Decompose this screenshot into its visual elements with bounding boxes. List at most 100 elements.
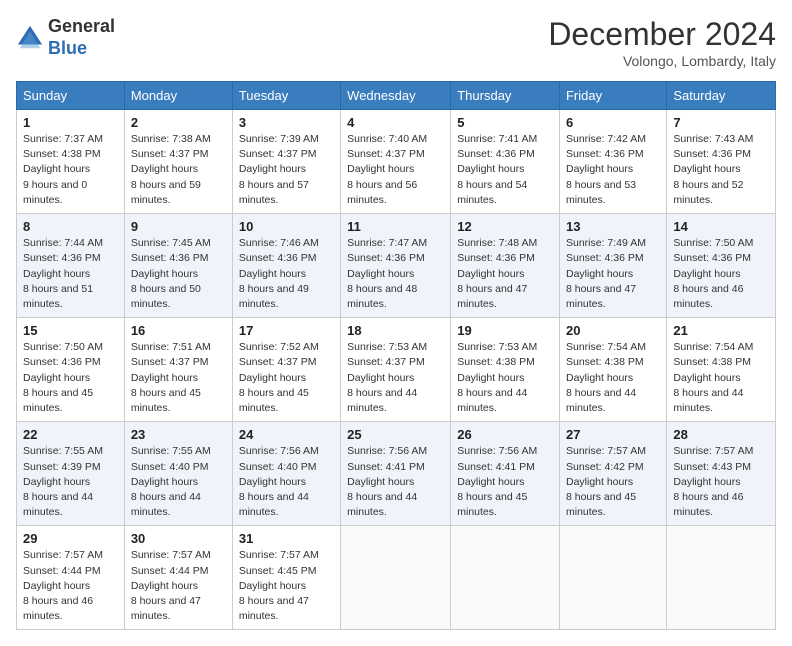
day-number: 21 xyxy=(673,323,769,338)
calendar-cell: 9 Sunrise: 7:45 AMSunset: 4:36 PMDayligh… xyxy=(124,214,232,318)
day-number: 8 xyxy=(23,219,118,234)
logo-icon xyxy=(16,24,44,52)
calendar-cell: 19 Sunrise: 7:53 AMSunset: 4:38 PMDaylig… xyxy=(451,318,560,422)
cell-info: Sunrise: 7:55 AMSunset: 4:39 PMDaylight … xyxy=(23,445,103,518)
week-row: 15 Sunrise: 7:50 AMSunset: 4:36 PMDaylig… xyxy=(17,318,776,422)
cell-info: Sunrise: 7:55 AMSunset: 4:40 PMDaylight … xyxy=(131,445,211,518)
calendar-cell: 12 Sunrise: 7:48 AMSunset: 4:36 PMDaylig… xyxy=(451,214,560,318)
day-number: 3 xyxy=(239,115,334,130)
calendar-cell xyxy=(451,526,560,630)
cell-info: Sunrise: 7:44 AMSunset: 4:36 PMDaylight … xyxy=(23,237,103,310)
day-number: 29 xyxy=(23,531,118,546)
calendar-cell: 20 Sunrise: 7:54 AMSunset: 4:38 PMDaylig… xyxy=(559,318,666,422)
cell-info: Sunrise: 7:53 AMSunset: 4:38 PMDaylight … xyxy=(457,341,537,414)
calendar-cell: 22 Sunrise: 7:55 AMSunset: 4:39 PMDaylig… xyxy=(17,422,125,526)
col-header-sunday: Sunday xyxy=(17,82,125,110)
calendar-cell: 17 Sunrise: 7:52 AMSunset: 4:37 PMDaylig… xyxy=(232,318,340,422)
cell-info: Sunrise: 7:57 AMSunset: 4:44 PMDaylight … xyxy=(23,549,103,622)
cell-info: Sunrise: 7:46 AMSunset: 4:36 PMDaylight … xyxy=(239,237,319,310)
calendar-cell: 2 Sunrise: 7:38 AMSunset: 4:37 PMDayligh… xyxy=(124,110,232,214)
calendar-cell: 5 Sunrise: 7:41 AMSunset: 4:36 PMDayligh… xyxy=(451,110,560,214)
calendar-cell: 16 Sunrise: 7:51 AMSunset: 4:37 PMDaylig… xyxy=(124,318,232,422)
calendar-cell: 26 Sunrise: 7:56 AMSunset: 4:41 PMDaylig… xyxy=(451,422,560,526)
calendar-cell: 4 Sunrise: 7:40 AMSunset: 4:37 PMDayligh… xyxy=(341,110,451,214)
day-number: 5 xyxy=(457,115,553,130)
calendar-cell: 14 Sunrise: 7:50 AMSunset: 4:36 PMDaylig… xyxy=(667,214,776,318)
calendar-cell: 1 Sunrise: 7:37 AMSunset: 4:38 PMDayligh… xyxy=(17,110,125,214)
cell-info: Sunrise: 7:43 AMSunset: 4:36 PMDaylight … xyxy=(673,133,753,206)
calendar-cell: 24 Sunrise: 7:56 AMSunset: 4:40 PMDaylig… xyxy=(232,422,340,526)
location: Volongo, Lombardy, Italy xyxy=(548,53,776,69)
calendar-cell xyxy=(341,526,451,630)
day-number: 30 xyxy=(131,531,226,546)
calendar-cell: 28 Sunrise: 7:57 AMSunset: 4:43 PMDaylig… xyxy=(667,422,776,526)
day-number: 19 xyxy=(457,323,553,338)
cell-info: Sunrise: 7:56 AMSunset: 4:40 PMDaylight … xyxy=(239,445,319,518)
calendar-cell: 8 Sunrise: 7:44 AMSunset: 4:36 PMDayligh… xyxy=(17,214,125,318)
cell-info: Sunrise: 7:42 AMSunset: 4:36 PMDaylight … xyxy=(566,133,646,206)
calendar-cell: 18 Sunrise: 7:53 AMSunset: 4:37 PMDaylig… xyxy=(341,318,451,422)
cell-info: Sunrise: 7:41 AMSunset: 4:36 PMDaylight … xyxy=(457,133,537,206)
day-number: 12 xyxy=(457,219,553,234)
day-number: 25 xyxy=(347,427,444,442)
day-number: 26 xyxy=(457,427,553,442)
cell-info: Sunrise: 7:47 AMSunset: 4:36 PMDaylight … xyxy=(347,237,427,310)
day-number: 9 xyxy=(131,219,226,234)
day-number: 16 xyxy=(131,323,226,338)
day-number: 28 xyxy=(673,427,769,442)
day-number: 31 xyxy=(239,531,334,546)
cell-info: Sunrise: 7:50 AMSunset: 4:36 PMDaylight … xyxy=(673,237,753,310)
calendar-cell: 21 Sunrise: 7:54 AMSunset: 4:38 PMDaylig… xyxy=(667,318,776,422)
day-number: 17 xyxy=(239,323,334,338)
calendar-body: 1 Sunrise: 7:37 AMSunset: 4:38 PMDayligh… xyxy=(17,110,776,630)
day-number: 7 xyxy=(673,115,769,130)
logo-blue: Blue xyxy=(48,38,87,58)
week-row: 1 Sunrise: 7:37 AMSunset: 4:38 PMDayligh… xyxy=(17,110,776,214)
day-number: 13 xyxy=(566,219,660,234)
calendar-cell: 31 Sunrise: 7:57 AMSunset: 4:45 PMDaylig… xyxy=(232,526,340,630)
cell-info: Sunrise: 7:45 AMSunset: 4:36 PMDaylight … xyxy=(131,237,211,310)
col-header-wednesday: Wednesday xyxy=(341,82,451,110)
week-row: 22 Sunrise: 7:55 AMSunset: 4:39 PMDaylig… xyxy=(17,422,776,526)
cell-info: Sunrise: 7:54 AMSunset: 4:38 PMDaylight … xyxy=(566,341,646,414)
calendar-cell: 13 Sunrise: 7:49 AMSunset: 4:36 PMDaylig… xyxy=(559,214,666,318)
day-number: 6 xyxy=(566,115,660,130)
calendar-header: SundayMondayTuesdayWednesdayThursdayFrid… xyxy=(17,82,776,110)
cell-info: Sunrise: 7:39 AMSunset: 4:37 PMDaylight … xyxy=(239,133,319,206)
calendar-cell: 6 Sunrise: 7:42 AMSunset: 4:36 PMDayligh… xyxy=(559,110,666,214)
header-row: SundayMondayTuesdayWednesdayThursdayFrid… xyxy=(17,82,776,110)
cell-info: Sunrise: 7:57 AMSunset: 4:43 PMDaylight … xyxy=(673,445,753,518)
day-number: 27 xyxy=(566,427,660,442)
cell-info: Sunrise: 7:38 AMSunset: 4:37 PMDaylight … xyxy=(131,133,211,206)
calendar-cell: 15 Sunrise: 7:50 AMSunset: 4:36 PMDaylig… xyxy=(17,318,125,422)
logo: General Blue xyxy=(16,16,115,59)
cell-info: Sunrise: 7:40 AMSunset: 4:37 PMDaylight … xyxy=(347,133,427,206)
day-number: 18 xyxy=(347,323,444,338)
calendar-cell: 29 Sunrise: 7:57 AMSunset: 4:44 PMDaylig… xyxy=(17,526,125,630)
day-number: 2 xyxy=(131,115,226,130)
day-number: 1 xyxy=(23,115,118,130)
day-number: 14 xyxy=(673,219,769,234)
calendar-cell: 23 Sunrise: 7:55 AMSunset: 4:40 PMDaylig… xyxy=(124,422,232,526)
col-header-saturday: Saturday xyxy=(667,82,776,110)
calendar-cell: 30 Sunrise: 7:57 AMSunset: 4:44 PMDaylig… xyxy=(124,526,232,630)
calendar-cell: 25 Sunrise: 7:56 AMSunset: 4:41 PMDaylig… xyxy=(341,422,451,526)
calendar-cell xyxy=(559,526,666,630)
calendar-cell xyxy=(667,526,776,630)
cell-info: Sunrise: 7:57 AMSunset: 4:42 PMDaylight … xyxy=(566,445,646,518)
calendar-cell: 11 Sunrise: 7:47 AMSunset: 4:36 PMDaylig… xyxy=(341,214,451,318)
day-number: 20 xyxy=(566,323,660,338)
cell-info: Sunrise: 7:54 AMSunset: 4:38 PMDaylight … xyxy=(673,341,753,414)
day-number: 22 xyxy=(23,427,118,442)
calendar-cell: 10 Sunrise: 7:46 AMSunset: 4:36 PMDaylig… xyxy=(232,214,340,318)
col-header-thursday: Thursday xyxy=(451,82,560,110)
cell-info: Sunrise: 7:49 AMSunset: 4:36 PMDaylight … xyxy=(566,237,646,310)
cell-info: Sunrise: 7:50 AMSunset: 4:36 PMDaylight … xyxy=(23,341,103,414)
day-number: 15 xyxy=(23,323,118,338)
week-row: 29 Sunrise: 7:57 AMSunset: 4:44 PMDaylig… xyxy=(17,526,776,630)
calendar-cell: 3 Sunrise: 7:39 AMSunset: 4:37 PMDayligh… xyxy=(232,110,340,214)
logo-general: General xyxy=(48,16,115,36)
cell-info: Sunrise: 7:52 AMSunset: 4:37 PMDaylight … xyxy=(239,341,319,414)
cell-info: Sunrise: 7:51 AMSunset: 4:37 PMDaylight … xyxy=(131,341,211,414)
cell-info: Sunrise: 7:56 AMSunset: 4:41 PMDaylight … xyxy=(347,445,427,518)
